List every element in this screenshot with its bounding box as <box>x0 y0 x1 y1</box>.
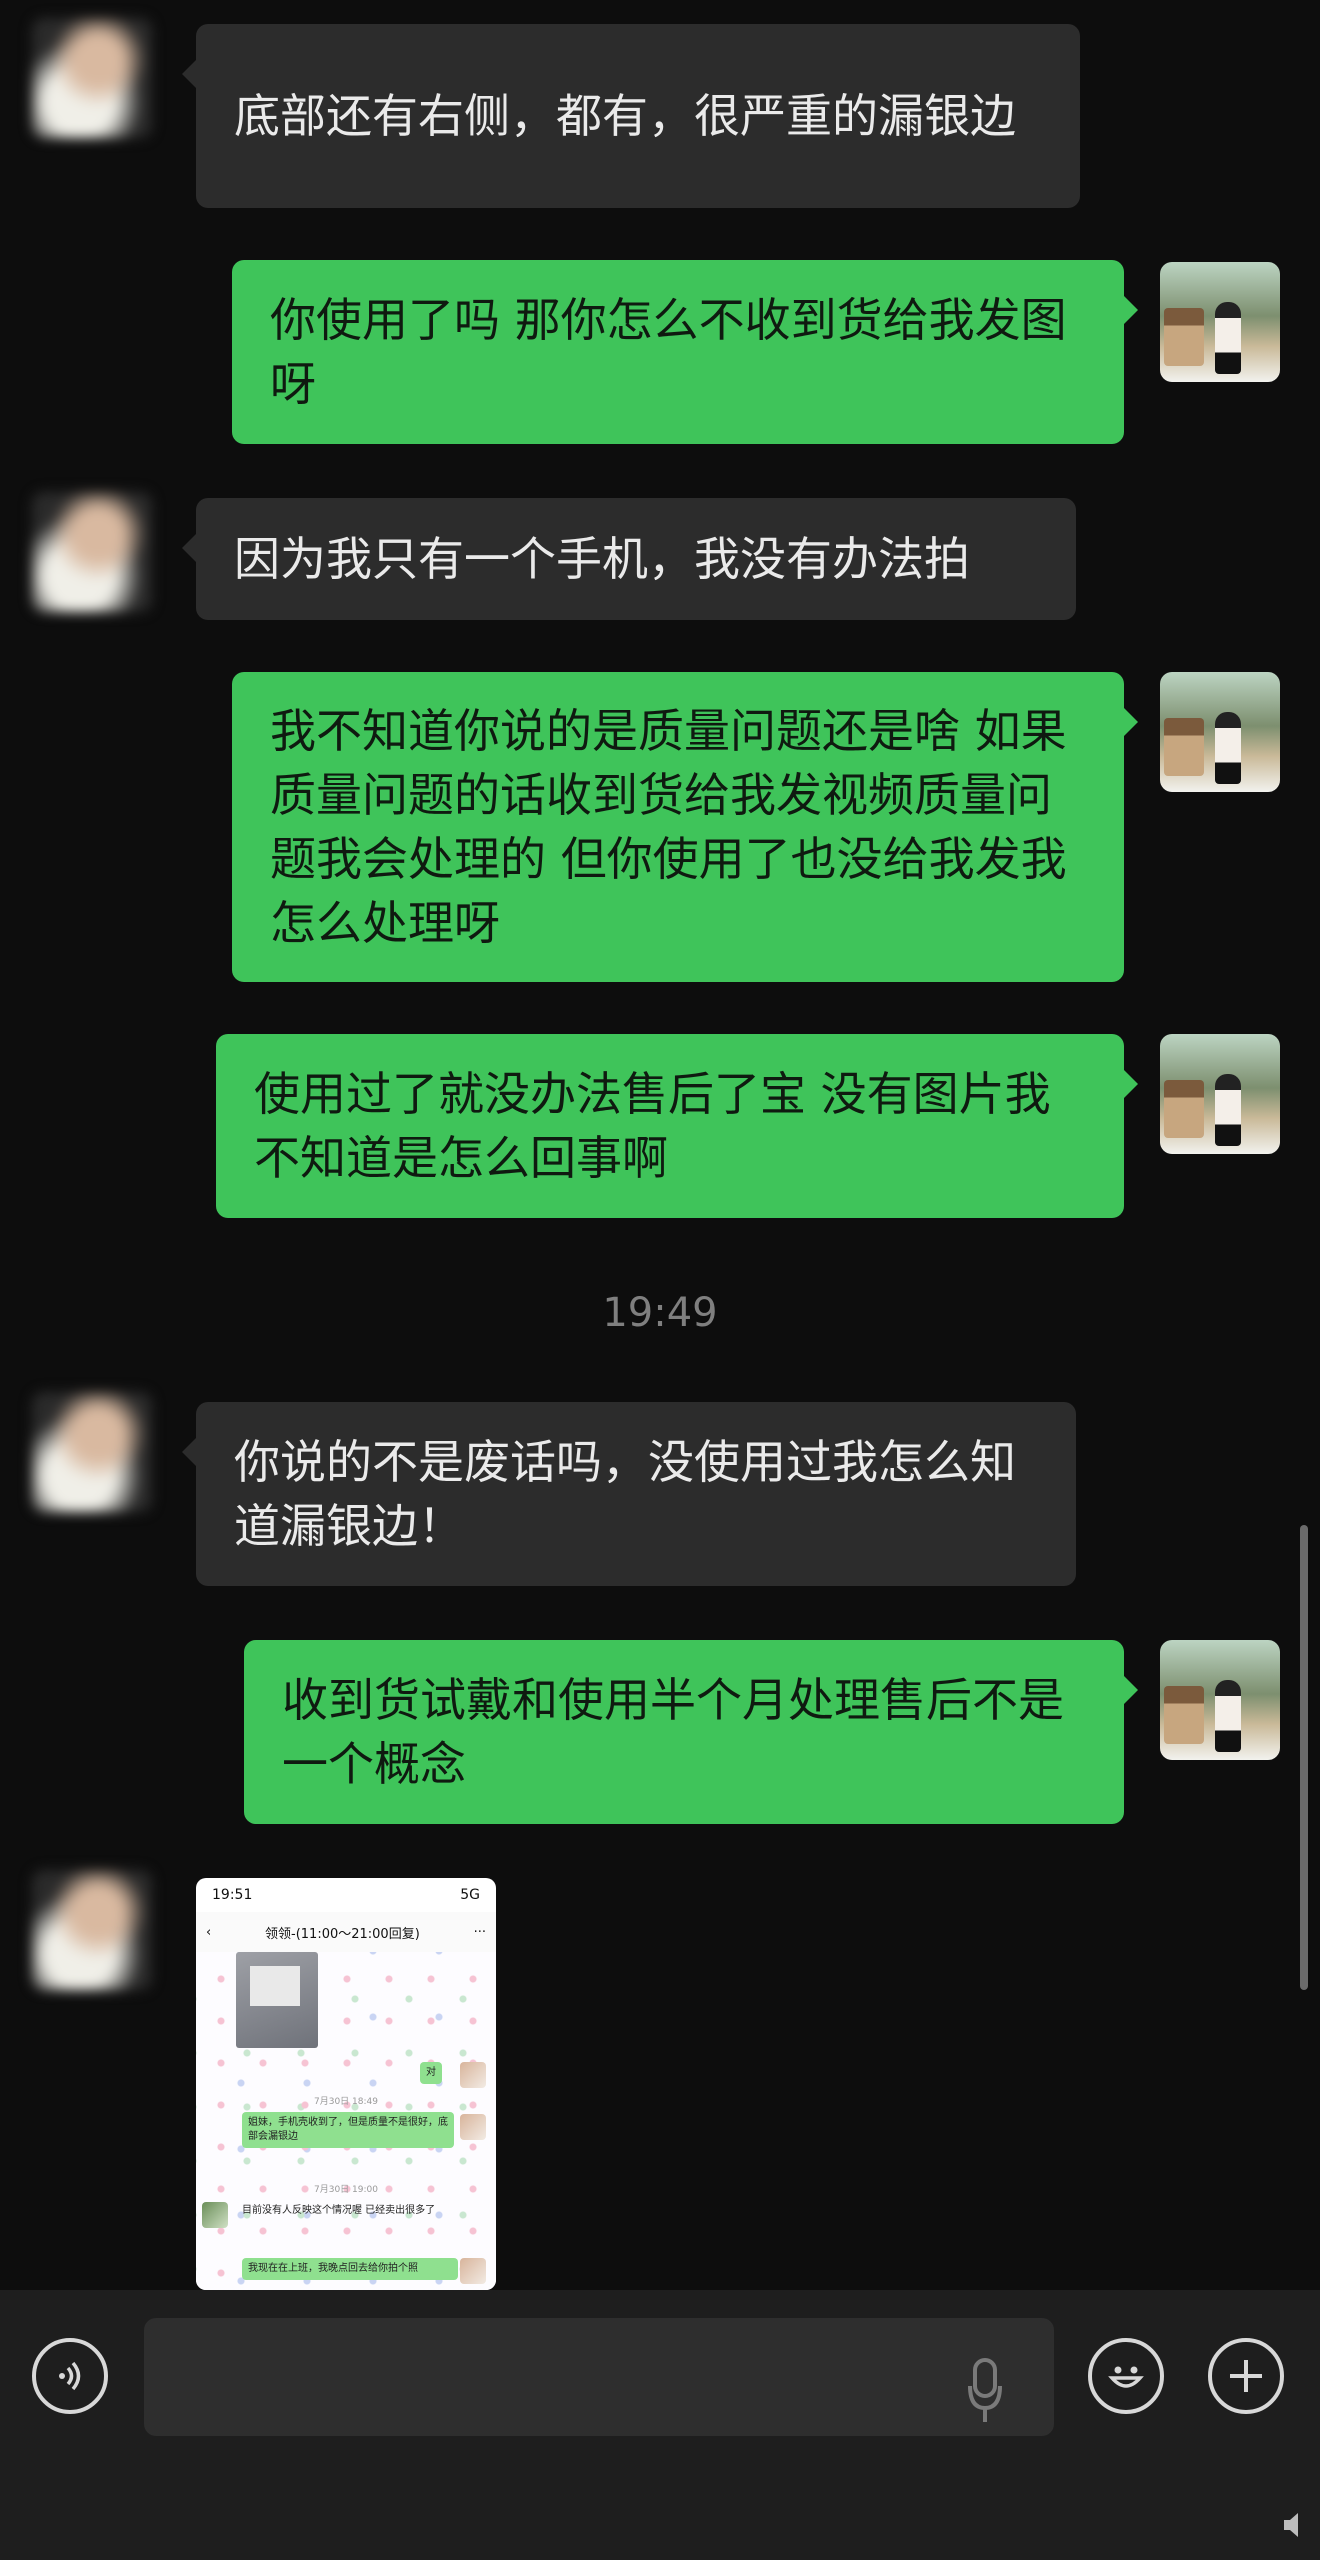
my-avatar[interactable] <box>1160 672 1280 792</box>
back-chevron-icon: ‹ <box>206 1924 212 1940</box>
message-bubble-incoming[interactable]: 因为我只有一个手机，我没有办法拍 <box>182 498 1076 620</box>
screenshot-bubble: 目前没有人反映这个情况喔 已经卖出很多了 <box>242 2205 436 2216</box>
screenshot-avatar <box>202 2202 228 2228</box>
screenshot-time: 19:51 <box>212 1887 253 1903</box>
screenshot-nav-bar: ‹ 领领-(11:00～21:00回复) ··· <box>196 1912 496 1953</box>
emoji-icon[interactable] <box>1088 2338 1164 2414</box>
screenshot-bubble: 我现在在上班，我晚点回去给你拍个照 <box>242 2258 458 2280</box>
my-avatar[interactable] <box>1160 1640 1280 1760</box>
message-bubble-outgoing[interactable]: 我不知道你说的是质量问题还是啥 如果质量问题的话收到货给我发视频质量问题我会处理… <box>232 672 1138 982</box>
contact-avatar[interactable] <box>32 18 152 138</box>
screenshot-avatar <box>460 2062 486 2088</box>
message-text: 因为我只有一个手机，我没有办法拍 <box>234 532 970 586</box>
screenshot-bubble: 姐妹，手机壳收到了，但是质量不是很好，底部会漏银边 <box>242 2112 454 2148</box>
message-text: 底部还有右侧，都有，很严重的漏银边 <box>234 89 1016 143</box>
message-text: 我不知道你说的是质量问题还是啥 如果质量问题的话收到货给我发视频质量问题我会处理… <box>270 704 1067 950</box>
voice-icon[interactable] <box>32 2338 108 2414</box>
message-bubble-outgoing[interactable]: 你使用了吗 那你怎么不收到货给我发图呀 <box>232 260 1138 444</box>
screenshot-status-bar: 19:51 5G <box>196 1878 496 1912</box>
message-text: 你使用了吗 那你怎么不收到货给我发图呀 <box>270 293 1067 411</box>
screenshot-nav-title: 领领-(11:00～21:00回复) <box>265 1926 420 1942</box>
plus-icon[interactable] <box>1208 2338 1284 2414</box>
message-bubble-outgoing[interactable]: 使用过了就没办法售后了宝 没有图片我不知道是怎么回事啊 <box>216 1034 1138 1218</box>
screenshot-time-label: 7月30日 18:49 <box>314 2097 378 2107</box>
more-icon: ··· <box>473 1924 486 1940</box>
contact-avatar[interactable] <box>32 1392 152 1512</box>
screenshot-bubble: 对 <box>420 2062 442 2084</box>
message-bubble-outgoing[interactable]: 收到货试戴和使用半个月处理售后不是一个概念 <box>244 1640 1138 1824</box>
my-avatar[interactable] <box>1160 262 1280 382</box>
package-photo <box>236 1952 318 2048</box>
microphone-icon[interactable] <box>968 2358 1002 2426</box>
speaker-icon <box>1284 2513 1298 2537</box>
input-bar <box>0 2290 1320 2560</box>
contact-avatar[interactable] <box>32 1870 152 1990</box>
message-bubble-incoming[interactable]: 你说的不是废话吗，没使用过我怎么知道漏银边！ <box>182 1402 1076 1586</box>
message-input[interactable] <box>144 2318 1054 2436</box>
message-bubble-incoming[interactable]: 底部还有右侧，都有，很严重的漏银边 <box>182 24 1080 208</box>
scrollbar[interactable] <box>1300 1525 1308 1990</box>
shared-screenshot-image[interactable]: 19:51 5G ‹ 领领-(11:00～21:00回复) ··· 对 7月30… <box>196 1878 496 2290</box>
screenshot-avatar <box>460 2114 486 2140</box>
screenshot-chat-area: 对 7月30日 18:49 姐妹，手机壳收到了，但是质量不是很好，底部会漏银边 … <box>196 1952 496 2290</box>
message-text: 收到货试戴和使用半个月处理售后不是一个概念 <box>282 1673 1064 1791</box>
screenshot-time-label: 7月30日 19:00 <box>314 2185 378 2195</box>
chat-timestamp: 19:49 <box>602 1290 718 1336</box>
contact-avatar[interactable] <box>32 492 152 612</box>
message-text: 使用过了就没办法售后了宝 没有图片我不知道是怎么回事啊 <box>254 1067 1051 1185</box>
message-text: 你说的不是废话吗，没使用过我怎么知道漏银边！ <box>234 1435 1016 1553</box>
screenshot-avatar <box>460 2258 486 2284</box>
my-avatar[interactable] <box>1160 1034 1280 1154</box>
screenshot-signal-icons: 5G <box>460 1887 480 1903</box>
